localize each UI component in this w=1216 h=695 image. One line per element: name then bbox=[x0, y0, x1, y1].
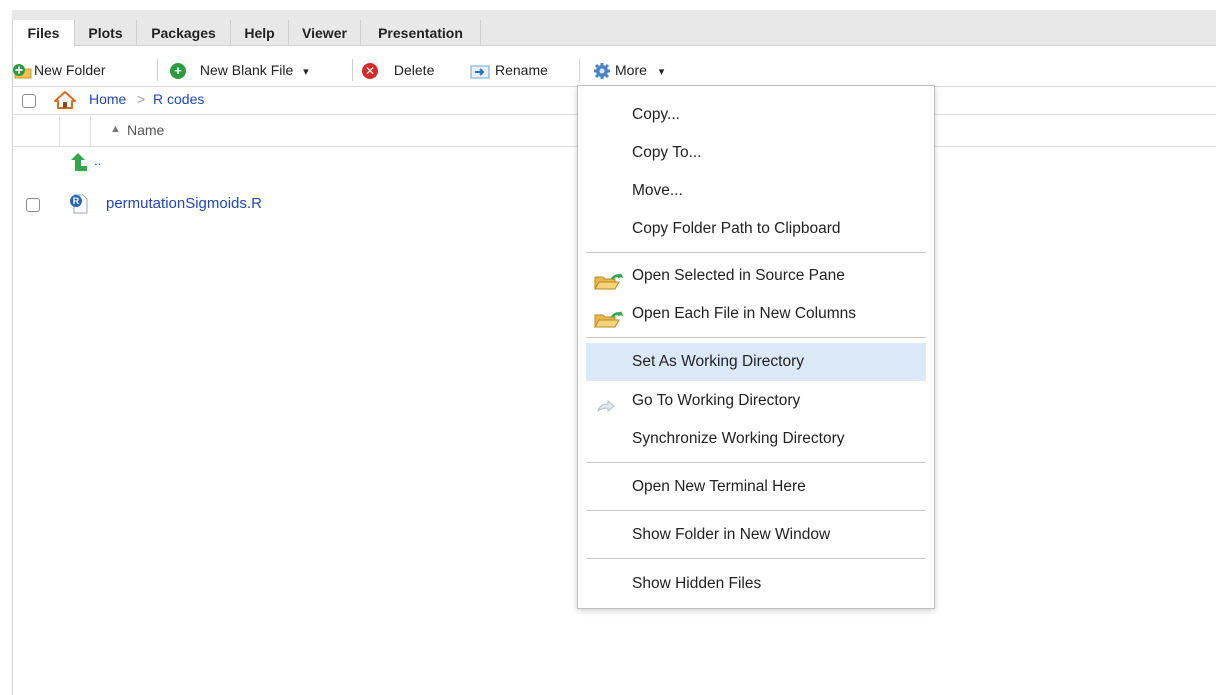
menu-item-copy[interactable]: Copy... bbox=[586, 96, 926, 134]
up-arrow-icon bbox=[70, 152, 88, 172]
menu-item-open-new-terminal-here[interactable]: Open New Terminal Here bbox=[586, 468, 926, 506]
home-icon[interactable] bbox=[54, 91, 76, 109]
menu-item-synchronize-working-directory[interactable]: Synchronize Working Directory bbox=[586, 420, 926, 458]
breadcrumb-separator: > bbox=[137, 91, 146, 107]
menu-separator bbox=[586, 337, 926, 338]
table-row[interactable]: R permutationSigmoids.R bbox=[12, 190, 572, 220]
tab-files[interactable]: Files bbox=[12, 20, 75, 47]
menu-item-move[interactable]: Move... bbox=[586, 172, 926, 210]
toolbar-separator bbox=[352, 59, 353, 81]
column-divider bbox=[90, 116, 91, 146]
breadcrumb-r-codes[interactable]: R codes bbox=[153, 91, 204, 107]
files-toolbar: New Folder + New Blank File ▾ ✕ Delete R… bbox=[12, 53, 1216, 87]
file-checkbox[interactable] bbox=[26, 198, 40, 212]
toolbar-separator bbox=[157, 59, 158, 81]
tab-bar: Files Plots Packages Help Viewer Present… bbox=[12, 10, 1216, 47]
new-blank-file-button[interactable]: + New Blank File ▾ bbox=[170, 58, 309, 82]
menu-item-open-each-file-in-new-columns[interactable]: Open Each File in New Columns bbox=[586, 295, 926, 333]
gear-icon bbox=[592, 62, 612, 80]
menu-item-copy-to[interactable]: Copy To... bbox=[586, 134, 926, 172]
menu-item-show-hidden-files[interactable]: Show Hidden Files bbox=[586, 565, 926, 603]
menu-item-open-selected-in-source-pane[interactable]: Open Selected in Source Pane bbox=[586, 257, 926, 295]
menu-item-show-folder-in-new-window[interactable]: Show Folder in New Window bbox=[586, 516, 926, 554]
parent-directory-row[interactable]: .. bbox=[12, 148, 572, 178]
new-folder-icon bbox=[12, 62, 34, 80]
rename-label: Rename bbox=[495, 62, 548, 78]
new-blank-file-dropdown-arrow: ▾ bbox=[303, 66, 309, 78]
menu-item-label: Open Selected in Source Pane bbox=[632, 267, 845, 284]
r-file-icon: R bbox=[69, 193, 89, 215]
more-dropdown-arrow: ▾ bbox=[658, 66, 665, 78]
tab-packages[interactable]: Packages bbox=[137, 20, 231, 46]
menu-item-copy-folder-path[interactable]: Copy Folder Path to Clipboard bbox=[586, 210, 926, 248]
menu-item-label: Open Each File in New Columns bbox=[632, 305, 856, 322]
new-folder-button[interactable]: New Folder bbox=[12, 58, 106, 82]
menu-separator bbox=[586, 558, 926, 559]
tab-plots[interactable]: Plots bbox=[75, 20, 137, 46]
column-divider bbox=[59, 116, 60, 146]
delete-button[interactable]: ✕ Delete bbox=[362, 58, 434, 82]
menu-separator bbox=[586, 252, 926, 253]
breadcrumb-home[interactable]: Home bbox=[89, 91, 126, 107]
new-folder-label: New Folder bbox=[34, 62, 106, 78]
menu-item-go-to-working-directory[interactable]: Go To Working Directory bbox=[586, 382, 926, 420]
more-button[interactable]: More ▾ bbox=[592, 58, 664, 82]
menu-item-set-as-working-directory[interactable]: Set As Working Directory bbox=[586, 343, 926, 381]
delete-circle-icon: ✕ bbox=[362, 63, 378, 80]
delete-label: Delete bbox=[393, 62, 435, 78]
more-label: More bbox=[615, 62, 647, 78]
tab-help[interactable]: Help bbox=[231, 20, 289, 46]
tab-viewer[interactable]: Viewer bbox=[289, 20, 361, 46]
new-blank-file-label: New Blank File bbox=[199, 62, 294, 78]
sort-up-icon: ▲ bbox=[110, 123, 121, 135]
tab-presentation[interactable]: Presentation bbox=[361, 20, 481, 46]
more-dropdown-menu: Copy... Copy To... Move... Copy Folder P… bbox=[577, 85, 935, 609]
open-folder-icon bbox=[594, 306, 624, 344]
add-circle-icon: + bbox=[170, 63, 186, 80]
file-name-link[interactable]: permutationSigmoids.R bbox=[106, 195, 262, 212]
menu-separator bbox=[586, 510, 926, 511]
menu-separator bbox=[586, 462, 926, 463]
svg-text:R: R bbox=[73, 196, 80, 206]
parent-directory-link[interactable]: .. bbox=[94, 153, 101, 168]
rename-icon bbox=[470, 63, 490, 79]
name-column-header[interactable]: Name bbox=[127, 122, 164, 138]
menu-item-label: Go To Working Directory bbox=[632, 392, 801, 409]
select-all-checkbox[interactable] bbox=[22, 94, 36, 108]
toolbar-separator bbox=[579, 59, 580, 81]
rename-button[interactable]: Rename bbox=[470, 58, 548, 82]
